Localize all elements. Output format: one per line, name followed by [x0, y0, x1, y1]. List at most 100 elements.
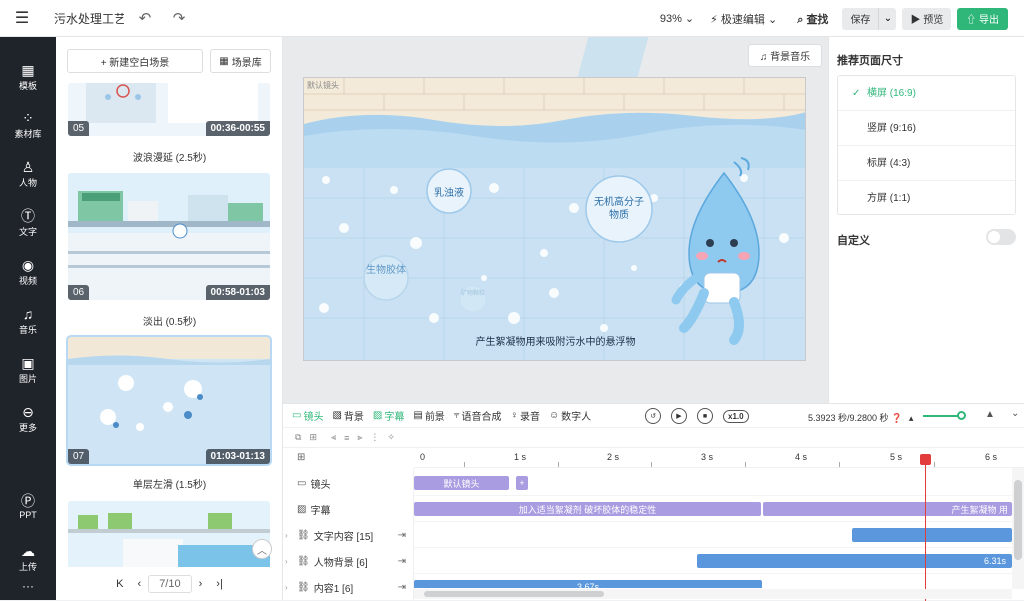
size-option-portrait[interactable]: 竖屏 (9:16): [838, 111, 1015, 146]
expand-arrow-icon[interactable]: ›: [285, 557, 295, 566]
track-label-camera[interactable]: ▭ 镜头: [283, 470, 414, 496]
find-button[interactable]: ⌕ 查找: [797, 11, 828, 27]
nav-item-person[interactable]: ♙ 人物: [0, 158, 56, 189]
time-ruler[interactable]: 0 1 s 2 s 3 s 4 s 5 s 6 s: [414, 448, 1024, 468]
distribute-icon[interactable]: ⋮: [370, 432, 379, 443]
tool-tts[interactable]: ⫧ 语音合成: [454, 408, 502, 423]
nav-item-ppt[interactable]: Ⓟ PPT: [0, 492, 56, 520]
scroll-up-icon[interactable]: ︿: [252, 539, 272, 559]
page-indicator[interactable]: 7/10: [148, 574, 192, 593]
first-page-button[interactable]: K: [116, 578, 123, 590]
content1-clip[interactable]: 3.67s: [414, 580, 762, 588]
fast-edit-dropdown[interactable]: ⚡ 极速编辑 ⌄: [710, 11, 777, 27]
nav-item-music[interactable]: ♫ 音乐: [0, 305, 56, 336]
nav-item-more[interactable]: ⊖ 更多: [0, 403, 56, 434]
tool-record[interactable]: ♀ 录音: [510, 408, 540, 423]
menu-icon[interactable]: ☰: [0, 0, 44, 37]
nav-item-upload[interactable]: ☁ 上传: [0, 542, 56, 573]
nav-item-template[interactable]: ▦ 模板: [0, 61, 56, 92]
nav-item-image[interactable]: ▣ 图片: [0, 354, 56, 385]
expand-arrow-icon[interactable]: ›: [285, 531, 295, 540]
new-blank-scene-button[interactable]: + 新建空白场景: [67, 49, 203, 73]
scene-transition[interactable]: 单层左滑 (1.5秒): [56, 476, 283, 491]
nav-item-text[interactable]: Ⓣ 文字: [0, 207, 56, 238]
tool-camera[interactable]: ▭ 镜头: [292, 408, 323, 423]
scene-thumbnail-06[interactable]: 06 00:58-01:03: [68, 173, 270, 300]
export-button[interactable]: ⇧ 导出: [957, 7, 1008, 30]
track-enter-icon[interactable]: ⇥: [398, 582, 406, 593]
track-enter-icon[interactable]: ⇥: [398, 530, 406, 541]
track-label-content1[interactable]: › ⛓ 内容1 [6] ⇥: [283, 574, 414, 600]
tool-background[interactable]: ▧ 背景: [332, 408, 363, 423]
next-page-button[interactable]: ›: [199, 578, 203, 590]
track-enter-icon[interactable]: ⇥: [398, 556, 406, 567]
save-dropdown-button[interactable]: ⌄: [878, 7, 897, 30]
subtitle-clip[interactable]: 产生絮凝物 用: [763, 502, 1012, 516]
align-left-icon[interactable]: ⫷: [331, 432, 336, 443]
track-label-person-bg[interactable]: › ⛓ 人物背景 [6] ⇥: [283, 548, 414, 574]
prev-page-button[interactable]: ‹: [138, 578, 142, 590]
stop-icon[interactable]: ■: [697, 408, 713, 424]
horizontal-scrollbar[interactable]: [414, 589, 1012, 599]
playhead-handle[interactable]: [920, 454, 931, 465]
scene-transition[interactable]: 淡出 (0.5秒): [56, 313, 283, 328]
align-right-icon[interactable]: ⫸: [357, 432, 362, 443]
tool-digital-human[interactable]: ☺ 数字人: [549, 408, 591, 423]
subtitle-clip[interactable]: 加入适当絮凝剂 破坏胶体的稳定性: [414, 502, 761, 516]
redo-icon[interactable]: ↷: [166, 5, 192, 31]
bubble-label-emulsion[interactable]: 乳浊液: [427, 184, 471, 199]
tool-foreground[interactable]: ▤ 前景: [413, 408, 444, 423]
speed-button[interactable]: x1.0: [723, 409, 749, 423]
timeline-zoom-knob[interactable]: [957, 411, 966, 420]
background-music-button[interactable]: ♫ 背景音乐: [748, 44, 822, 67]
scene-transition[interactable]: 波浪漫延 (2.5秒): [56, 149, 283, 164]
group-icon[interactable]: ⊞: [309, 432, 317, 443]
tool-subtitle[interactable]: ▨ 字幕: [373, 408, 404, 423]
playhead-line[interactable]: [925, 454, 926, 601]
scene-library-button[interactable]: ▦ 场景库: [210, 49, 271, 73]
vertical-scroll-thumb[interactable]: [1014, 480, 1022, 560]
scene-list[interactable]: 05 00:36-00:55 波浪漫延 (2.5秒) 06 00:58-01:0…: [56, 83, 283, 567]
split-icon[interactable]: ⧉: [295, 432, 301, 443]
zoom-out-icon[interactable]: ▴: [909, 413, 914, 423]
person-bg-clip[interactable]: 6.31s: [697, 554, 1012, 568]
bubble-label-mineral-particle[interactable]: 矿物颗粒: [461, 291, 485, 298]
help-icon[interactable]: ❓: [891, 413, 902, 423]
nav-item-material[interactable]: ⁘ 素材库: [0, 109, 56, 140]
last-page-button[interactable]: ›|: [216, 578, 223, 590]
horizontal-scroll-thumb[interactable]: [424, 591, 604, 597]
vertical-scrollbar[interactable]: [1012, 468, 1024, 589]
replay-icon[interactable]: ↺: [645, 408, 661, 424]
scene-thumbnail-08[interactable]: [68, 501, 270, 567]
scene-caption[interactable]: 产生絮凝物用来吸附污水中的悬浮物: [304, 333, 805, 348]
save-button[interactable]: 保存: [842, 7, 879, 30]
track-label-subtitle[interactable]: ▨ 字幕: [283, 496, 414, 522]
bubble-label-biocolloid[interactable]: 生物胶体: [366, 264, 406, 277]
expand-arrow-icon[interactable]: ›: [285, 583, 295, 592]
add-camera-button[interactable]: +: [516, 476, 528, 490]
play-icon[interactable]: ▶: [671, 408, 687, 424]
size-option-landscape[interactable]: ✓ 横屏 (16:9): [838, 76, 1015, 111]
default-camera-label[interactable]: 默认镜头: [307, 80, 339, 91]
size-option-standard[interactable]: 标屏 (4:3): [838, 146, 1015, 181]
zoom-in-icon[interactable]: ▲: [985, 409, 995, 420]
camera-clip[interactable]: 默认镜头: [414, 476, 509, 490]
undo-icon[interactable]: ↶: [132, 5, 158, 31]
timeline-zoom-slider[interactable]: [923, 415, 961, 417]
magic-icon[interactable]: ✧: [387, 432, 395, 443]
bubble-label-inorganic-polymer[interactable]: 无机高分子物质: [591, 196, 647, 222]
custom-size-toggle[interactable]: [986, 229, 1016, 245]
project-title[interactable]: 污水处理工艺...: [54, 10, 124, 27]
zoom-dropdown[interactable]: 93% ⌄: [660, 12, 694, 25]
size-option-square[interactable]: 方屏 (1:1): [838, 181, 1015, 216]
nav-item-video[interactable]: ◉ 视频: [0, 256, 56, 287]
align-center-icon[interactable]: ≡: [344, 433, 349, 443]
scene-thumbnail-07[interactable]: 07 01:03-01:13: [66, 335, 272, 466]
scene-stage[interactable]: 默认镜头 乳浊液 无机高分子物质 生物胶体 矿物颗粒 产生絮凝物用来吸附污水中的…: [303, 77, 806, 361]
track-label-text-content[interactable]: › ⛓ 文字内容 [15] ⇥: [283, 522, 414, 548]
text-content-clip[interactable]: [852, 528, 1012, 542]
collapse-icon[interactable]: ⌄: [1011, 408, 1019, 419]
preview-button[interactable]: ▶ 预览: [902, 7, 952, 30]
scene-thumbnail-05[interactable]: 05 00:36-00:55: [68, 83, 270, 136]
more-dots-icon[interactable]: ···: [0, 579, 56, 593]
